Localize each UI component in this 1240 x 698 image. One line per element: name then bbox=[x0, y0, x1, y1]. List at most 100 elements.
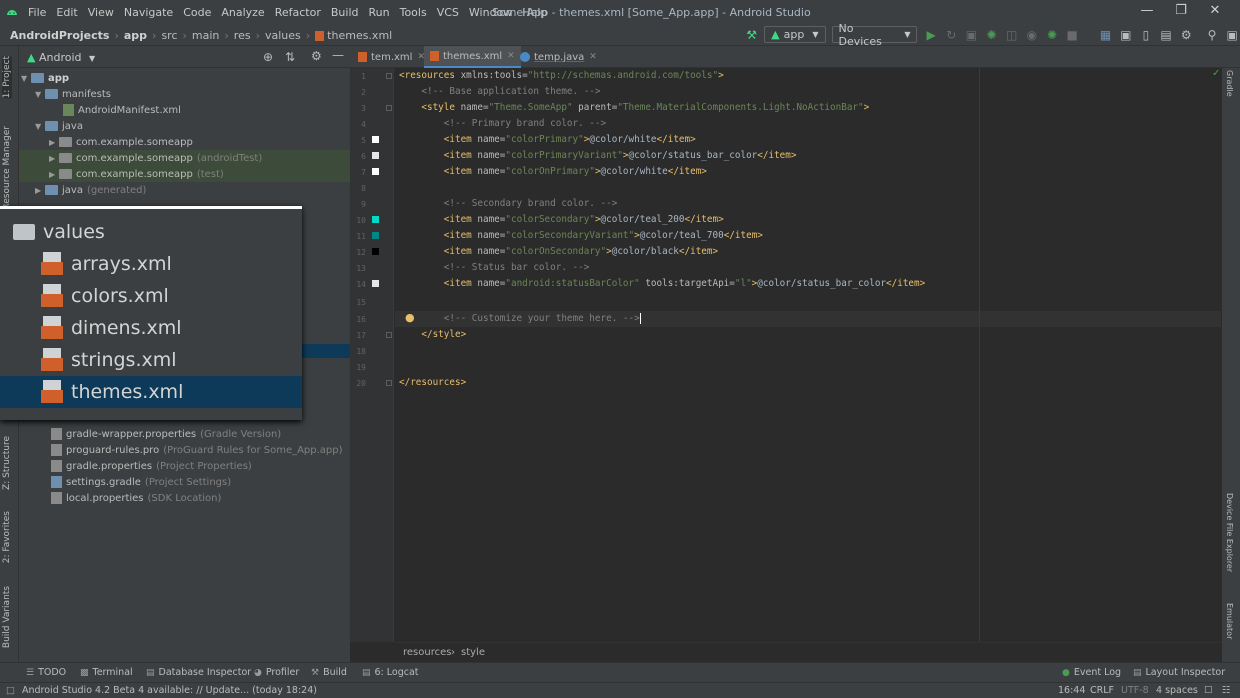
menu-code[interactable]: Code bbox=[183, 6, 211, 19]
sync-gradle-icon[interactable]: ▦ bbox=[1098, 27, 1113, 43]
hammer-icon[interactable]: ⚒ bbox=[744, 27, 759, 43]
expand-arrow-icon[interactable]: ▶ bbox=[49, 138, 59, 147]
device-manager-icon[interactable]: ▯ bbox=[1138, 27, 1153, 43]
device-select[interactable]: No Devices ▼ bbox=[831, 22, 918, 48]
file-row-themes[interactable]: themes.xml bbox=[0, 376, 302, 408]
tool-event-log[interactable]: ● Event Log bbox=[1062, 667, 1121, 678]
values-folder-row[interactable]: values bbox=[0, 216, 302, 248]
tab-themes-xml[interactable]: themes.xml ✕ bbox=[424, 46, 521, 68]
breadcrumb-src[interactable]: src bbox=[161, 29, 177, 42]
line-separator[interactable]: CRLF bbox=[1090, 685, 1114, 696]
tree-item-package-test[interactable]: ▶ com.example.someapp (test) bbox=[19, 166, 350, 182]
close-tab-icon[interactable]: ✕ bbox=[589, 52, 597, 62]
expand-arrow-icon[interactable]: ▶ bbox=[35, 186, 45, 195]
tab-favorites[interactable]: 2: Favorites bbox=[2, 511, 12, 563]
breadcrumb-root[interactable]: AndroidProjects bbox=[10, 29, 109, 42]
menu-run[interactable]: Run bbox=[369, 6, 390, 19]
file-row-strings[interactable]: strings.xml bbox=[0, 344, 302, 376]
search-icon[interactable]: ⚲ bbox=[1204, 27, 1219, 43]
breadcrumb-main[interactable]: main bbox=[192, 29, 219, 42]
tool-layout-inspector[interactable]: ▤ Layout Inspector bbox=[1133, 667, 1225, 678]
apply-code-icon[interactable]: ▣ bbox=[964, 27, 979, 43]
menu-edit[interactable]: Edit bbox=[56, 6, 77, 19]
file-row-dimens[interactable]: dimens.xml bbox=[0, 312, 302, 344]
menu-vcs[interactable]: VCS bbox=[437, 6, 459, 19]
expand-arrow-icon[interactable]: ▼ bbox=[35, 90, 45, 99]
tree-item-gradle-properties[interactable]: gradle.properties (Project Properties) bbox=[51, 458, 350, 474]
tab-emulator[interactable]: Emulator bbox=[1225, 603, 1234, 639]
file-row-arrays[interactable]: arrays.xml bbox=[0, 248, 302, 280]
tool-build[interactable]: ⚒ Build bbox=[311, 667, 347, 678]
collapse-all-icon[interactable]: ⇅ bbox=[285, 50, 295, 64]
tool-todo[interactable]: ☰ TODO bbox=[26, 667, 66, 678]
tool-terminal[interactable]: ▩ Terminal bbox=[80, 667, 133, 678]
menu-build[interactable]: Build bbox=[331, 6, 359, 19]
tab-structure[interactable]: Z: Structure bbox=[2, 436, 12, 490]
code-editor[interactable]: ● <resources xmlns:tools="http://schemas… bbox=[395, 68, 1240, 642]
tree-item-app[interactable]: ▼ app bbox=[21, 70, 350, 86]
menu-tools[interactable]: Tools bbox=[400, 6, 427, 19]
color-swatch-icon[interactable] bbox=[372, 216, 379, 223]
tree-item-java-generated[interactable]: ▶ java (generated) bbox=[35, 182, 350, 198]
tab-resource-manager[interactable]: Resource Manager bbox=[2, 126, 12, 210]
run-config-select[interactable]: ▲ app ▼ bbox=[764, 26, 826, 43]
tree-item-local-properties[interactable]: local.properties (SDK Location) bbox=[51, 490, 350, 506]
locate-icon[interactable]: ⊕ bbox=[263, 50, 273, 64]
minimize-icon[interactable]: — bbox=[1130, 3, 1164, 18]
run-icon[interactable]: ▶ bbox=[923, 27, 938, 43]
tree-item-java[interactable]: ▼ java bbox=[35, 118, 350, 134]
breadcrumb-values[interactable]: values bbox=[265, 29, 301, 42]
color-swatch-icon[interactable] bbox=[372, 136, 379, 143]
breadcrumb-app[interactable]: app bbox=[124, 29, 147, 42]
crumb-resources[interactable]: resources bbox=[403, 647, 451, 658]
tree-item-manifests[interactable]: ▼ manifests bbox=[35, 86, 350, 102]
sdk-manager-icon[interactable]: ▣ bbox=[1118, 27, 1133, 43]
color-swatch-icon[interactable] bbox=[372, 152, 379, 159]
file-row-colors[interactable]: colors.xml bbox=[0, 280, 302, 312]
resource-manager-icon[interactable]: ⚙ bbox=[1179, 27, 1194, 43]
tree-item-gradle-wrapper[interactable]: gradle-wrapper.properties (Gradle Versio… bbox=[51, 426, 350, 442]
caret-position[interactable]: 16:44 bbox=[1058, 685, 1085, 696]
tab-device-file-explorer[interactable]: Device File Explorer bbox=[1225, 493, 1234, 572]
tree-item-package-main[interactable]: ▶ com.example.someapp bbox=[49, 134, 350, 150]
close-icon[interactable]: ✕ bbox=[1198, 3, 1232, 18]
menu-refactor[interactable]: Refactor bbox=[275, 6, 321, 19]
menu-file[interactable]: File bbox=[28, 6, 46, 19]
stop-icon[interactable]: ■ bbox=[1065, 27, 1080, 43]
status-message[interactable]: Android Studio 4.2 Beta 4 available: // … bbox=[22, 685, 317, 696]
expand-arrow-icon[interactable]: ▼ bbox=[21, 74, 31, 83]
tab-build-variants[interactable]: Build Variants bbox=[2, 586, 12, 648]
tool-logcat[interactable]: ▤ 6: Logcat bbox=[362, 667, 419, 678]
file-encoding[interactable]: UTF-8 bbox=[1121, 685, 1149, 696]
tab-gradle[interactable]: Gradle bbox=[1225, 70, 1234, 97]
fold-marker-icon[interactable] bbox=[386, 380, 392, 386]
menu-analyze[interactable]: Analyze bbox=[221, 6, 264, 19]
coverage-icon[interactable]: ◉ bbox=[1024, 27, 1039, 43]
debug-icon[interactable]: ✺ bbox=[984, 27, 999, 43]
project-view-select[interactable]: ▲ Android ▼ bbox=[27, 51, 95, 64]
memory-icon[interactable]: ☷ bbox=[1222, 685, 1231, 696]
color-swatch-icon[interactable] bbox=[372, 232, 379, 239]
hide-panel-icon[interactable]: — bbox=[332, 48, 344, 62]
crumb-style[interactable]: style bbox=[461, 647, 485, 658]
expand-arrow-icon[interactable]: ▼ bbox=[35, 122, 45, 131]
tab-project[interactable]: 1: Project bbox=[2, 56, 12, 99]
expand-arrow-icon[interactable]: ▶ bbox=[49, 154, 59, 163]
color-swatch-icon[interactable] bbox=[372, 168, 379, 175]
tree-item-android-manifest[interactable]: AndroidManifest.xml bbox=[63, 102, 350, 118]
indent-setting[interactable]: 4 spaces bbox=[1156, 685, 1198, 696]
layout-inspector-icon[interactable]: ▤ bbox=[1158, 27, 1173, 43]
breadcrumb-file[interactable]: themes.xml bbox=[327, 29, 392, 42]
ide-icon[interactable]: ▣ bbox=[1225, 27, 1240, 43]
expand-arrow-icon[interactable]: ▶ bbox=[49, 170, 59, 179]
tool-database-inspector[interactable]: ▤ Database Inspector bbox=[146, 667, 251, 678]
fold-marker-icon[interactable] bbox=[386, 73, 392, 79]
tree-item-package-android-test[interactable]: ▶ com.example.someapp (androidTest) bbox=[19, 150, 350, 166]
fold-marker-icon[interactable] bbox=[386, 332, 392, 338]
restore-icon[interactable]: ❐ bbox=[1164, 3, 1198, 18]
tree-item-proguard[interactable]: proguard-rules.pro (ProGuard Rules for S… bbox=[51, 442, 350, 458]
menu-navigate[interactable]: Navigate bbox=[124, 6, 173, 19]
color-swatch-icon[interactable] bbox=[372, 280, 379, 287]
tab-temp-java[interactable]: temp.java ✕ bbox=[514, 46, 603, 68]
menu-view[interactable]: View bbox=[88, 6, 114, 19]
